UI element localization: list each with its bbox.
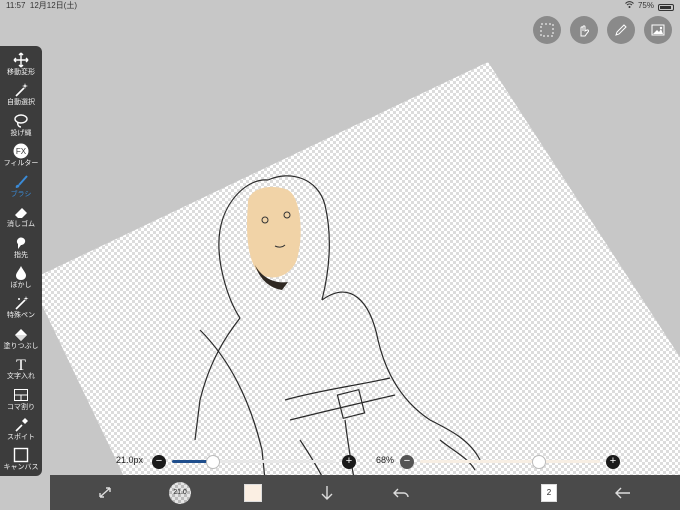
arrow-left-icon [615,487,630,498]
pen-icon [615,24,627,36]
left-toolbar: 移動変形 自動選択 投げ縄 FX フィルター ブラシ 消しゴム 指先 ぼかし 特… [0,46,42,476]
tool-auto-select[interactable]: 自動選択 [0,80,42,110]
status-bar: 11:57 12月12日(土) 75% [0,0,680,12]
opacity-slider-knob[interactable] [532,455,546,469]
size-decrease-button[interactable]: − [152,455,166,469]
brush-size-label: 21.0px [116,455,144,465]
tool-label: 移動変形 [7,69,35,76]
download-button[interactable] [312,475,342,510]
status-time: 11:57 12月12日(土) [6,1,78,10]
status-right: 75% [625,0,674,12]
tool-label: 消しゴム [7,221,35,229]
tool-label: ブラシ [10,190,32,198]
image-button[interactable] [644,16,672,44]
brush-preview-icon: 21.0 [169,481,191,504]
tool-filter[interactable]: FX フィルター [0,141,42,171]
opacity-slider-track[interactable] [420,460,600,463]
layers-icon: 2 [541,483,557,502]
tool-label: 自動選択 [7,99,35,107]
tool-label: 指先 [14,251,28,259]
hand-tool-button[interactable] [570,16,598,44]
tool-text[interactable]: T 文字入れ [0,354,42,384]
eyedropper-icon [15,418,28,432]
pen-tool-button[interactable] [607,16,635,44]
layer-count: 2 [546,488,552,497]
opacity-label: 68% [376,455,395,465]
undo-button[interactable] [386,475,416,510]
blur-drop-icon [16,265,26,280]
image-icon [651,24,665,36]
eraser-icon [15,208,27,219]
selection-icon [540,23,554,37]
smudge-icon [16,237,26,249]
move-icon [13,52,29,68]
text-icon: T [16,357,26,372]
battery-icon [658,3,674,11]
lasso-icon [14,114,28,128]
special-pen-icon [15,296,29,310]
tool-label: ぼかし [10,281,32,289]
brush-sliders: 21.0px − + 68% − + [110,452,630,472]
svg-text:T: T [16,357,26,372]
arrow-down-icon [321,485,333,500]
tool-lasso[interactable]: 投げ縄 [0,111,42,141]
tool-fill[interactable]: 塗りつぶし [0,324,42,354]
color-button[interactable] [238,475,268,510]
tool-label: キャンバス [3,464,39,472]
opacity-decrease-button[interactable]: − [400,455,414,469]
brush-icon [15,175,28,188]
opacity-increase-button[interactable]: + [606,455,620,469]
magic-wand-icon [15,83,28,97]
wifi-icon [625,0,634,12]
back-button[interactable] [608,475,638,510]
brush-size-button[interactable]: 21.0 [165,475,195,510]
tool-smudge[interactable]: 指先 [0,233,42,263]
panel-divide-icon [14,388,28,401]
tool-eraser[interactable]: 消しゴム [0,202,42,232]
tool-canvas[interactable]: キャンバス [0,445,42,475]
tool-label: 文字入れ [7,373,35,381]
drawing-canvas[interactable] [0,0,680,510]
tool-label: 投げ縄 [10,129,32,137]
size-slider-knob[interactable] [206,455,220,469]
tool-move[interactable]: 移動変形 [0,50,42,80]
transform-button[interactable] [90,475,120,510]
bucket-icon [15,328,27,341]
tool-eyedropper[interactable]: スポイト [0,415,42,445]
rotate-arrows-icon [99,486,111,498]
tool-panel-divide[interactable]: コマ割り [0,385,42,415]
fx-icon: FX [13,143,29,159]
tool-blur[interactable]: ぼかし [0,263,42,293]
canvas-icon [13,448,29,463]
battery-percent: 75% [637,1,654,10]
current-color-swatch [244,483,262,502]
tool-label: 塗りつぶし [3,342,39,350]
selection-button[interactable] [533,16,561,44]
tool-label: コマ割り [7,403,35,411]
brush-size-value: 21.0 [173,489,187,496]
layers-button[interactable]: 2 [534,475,564,510]
hand-icon [580,25,590,37]
top-tools [533,16,672,44]
svg-text:FX: FX [16,147,27,156]
undo-icon [393,488,409,497]
tool-special-pen[interactable]: 特殊ペン [0,293,42,323]
tool-label: 特殊ペン [7,312,35,320]
tool-label: フィルター [3,160,39,168]
tool-brush[interactable]: ブラシ [0,172,42,202]
canvas-paper [30,62,680,510]
size-increase-button[interactable]: + [342,455,356,469]
tool-label: スポイト [7,434,35,442]
bottom-bar: 21.0 2 [50,475,680,510]
